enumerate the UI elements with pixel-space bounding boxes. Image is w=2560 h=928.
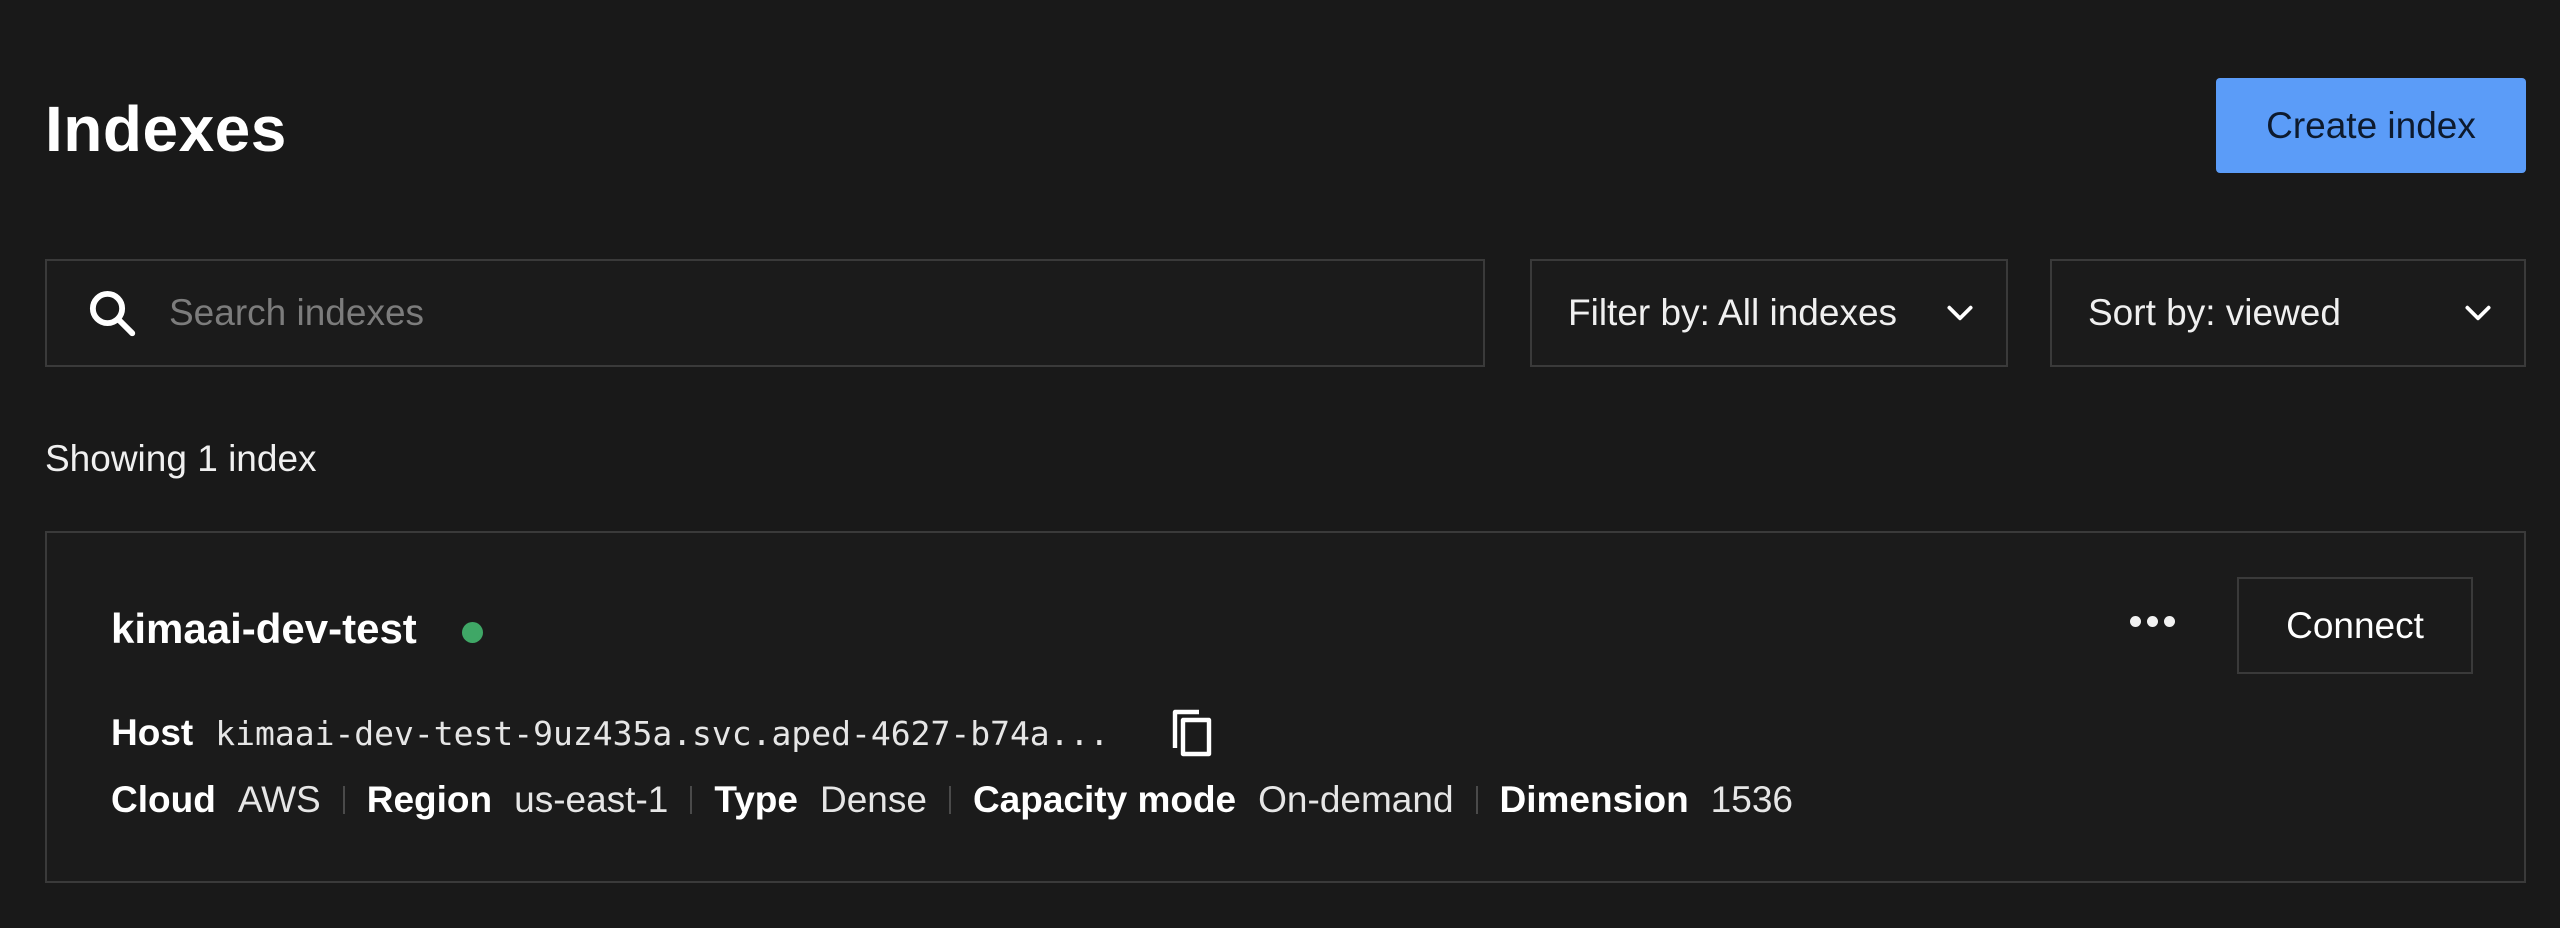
more-horizontal-icon	[2127, 614, 2178, 632]
host-row: Host kimaai-dev-test-9uz435a.svc.aped-46…	[111, 705, 1219, 761]
connect-button[interactable]: Connect	[2237, 577, 2473, 674]
cloud-value: AWS	[237, 779, 321, 820]
cloud-label: Cloud	[111, 779, 216, 820]
sort-dropdown-label: Sort by: viewed	[2088, 292, 2341, 333]
page-title: Indexes	[45, 93, 287, 165]
search-input[interactable]	[167, 272, 1483, 354]
indexes-page: Indexes Create index Filter by: All inde…	[0, 0, 2560, 928]
status-indicator	[462, 622, 483, 643]
dimension-value: 1536	[1710, 779, 1793, 820]
chevron-down-icon	[2460, 295, 2496, 331]
divider	[948, 786, 951, 814]
type-value: Dense	[819, 779, 927, 820]
type-label: Type	[714, 779, 798, 820]
chevron-down-icon	[1942, 295, 1978, 331]
more-options-button[interactable]	[2112, 588, 2192, 658]
search-box[interactable]	[45, 259, 1485, 367]
create-index-button[interactable]: Create index	[2216, 78, 2526, 173]
sort-dropdown[interactable]: Sort by: viewed	[2050, 259, 2526, 367]
filter-dropdown[interactable]: Filter by: All indexes	[1530, 259, 2008, 367]
divider	[690, 786, 693, 814]
copy-icon[interactable]	[1167, 705, 1219, 761]
region-value: us-east-1	[514, 779, 669, 820]
host-value: kimaai-dev-test-9uz435a.svc.aped-4627-b7…	[215, 713, 1110, 753]
dimension-label: Dimension	[1499, 779, 1689, 820]
index-metadata: Cloud AWS Region us-east-1 Type Dense Ca…	[111, 779, 1793, 821]
capacity-mode-value: On-demand	[1258, 779, 1454, 820]
region-label: Region	[366, 779, 493, 820]
index-card: kimaai-dev-test Connect Host kimaai-dev-…	[45, 531, 2526, 883]
results-count: Showing 1 index	[45, 438, 317, 479]
index-name[interactable]: kimaai-dev-test	[111, 605, 417, 653]
divider	[1475, 786, 1478, 814]
filter-dropdown-label: Filter by: All indexes	[1568, 292, 1898, 333]
capacity-mode-label: Capacity mode	[972, 779, 1237, 820]
divider	[342, 786, 345, 814]
host-label: Host	[111, 712, 194, 753]
search-icon	[85, 283, 145, 343]
